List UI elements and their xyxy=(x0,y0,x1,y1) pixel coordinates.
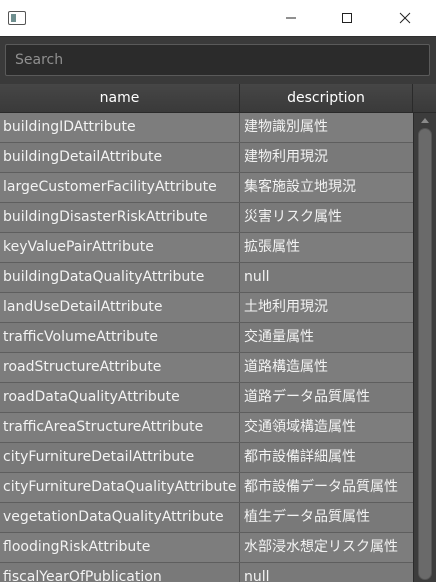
cell-name: roadStructureAttribute xyxy=(0,353,240,382)
cell-name: buildingDetailAttribute xyxy=(0,143,240,172)
table-row[interactable]: buildingDisasterRiskAttribute 災害リスク属性 xyxy=(0,203,413,233)
cell-description: 道路データ品質属性 xyxy=(244,389,370,405)
close-button[interactable] xyxy=(382,0,428,36)
attribute-table: name description buildingIDAttribute 建物識別… xyxy=(0,84,436,582)
search-input[interactable] xyxy=(5,44,430,76)
table-row[interactable]: roadDataQualityAttribute 道路データ品質属性 xyxy=(0,383,413,413)
cell-description: 水部浸水想定リスク属性 xyxy=(244,539,398,555)
table-row[interactable]: fiscalYearOfPublication null xyxy=(0,563,413,582)
minimize-button[interactable] xyxy=(268,0,314,36)
cell-description: 道路構造属性 xyxy=(244,359,328,375)
cell-description: 都市設備データ品質属性 xyxy=(244,479,398,495)
cell-name: buildingDataQualityAttribute xyxy=(0,263,240,292)
table-row[interactable]: keyValuePairAttribute 拡張属性 xyxy=(0,233,413,263)
cell-description: 交通量属性 xyxy=(244,329,314,345)
table-row[interactable]: roadStructureAttribute 道路構造属性 xyxy=(0,353,413,383)
chevron-up-icon xyxy=(421,117,429,123)
cell-name: buildingDisasterRiskAttribute xyxy=(0,203,240,232)
cell-name: buildingIDAttribute xyxy=(0,113,240,142)
cell-name: largeCustomerFacilityAttribute xyxy=(0,173,240,202)
table-row[interactable]: trafficVolumeAttribute 交通量属性 xyxy=(0,323,413,353)
scroll-up-button[interactable] xyxy=(414,113,436,127)
vertical-scrollbar[interactable] xyxy=(413,113,436,582)
cell-name: trafficVolumeAttribute xyxy=(0,323,240,352)
cell-name: keyValuePairAttribute xyxy=(0,233,240,262)
cell-description: 都市設備詳細属性 xyxy=(244,449,356,465)
cell-name: cityFurnitureDetailAttribute xyxy=(0,443,240,472)
table-row[interactable]: landUseDetailAttribute 土地利用現況 xyxy=(0,293,413,323)
cell-name: landUseDetailAttribute xyxy=(0,293,240,322)
table-header: name description xyxy=(0,84,436,113)
cell-name: floodingRiskAttribute xyxy=(0,533,240,562)
app-icon xyxy=(8,11,26,25)
cell-description: 災害リスク属性 xyxy=(244,209,342,225)
header-corner xyxy=(413,84,436,113)
title-bar xyxy=(0,0,436,37)
column-header-description[interactable]: description xyxy=(240,84,413,113)
cell-description: 土地利用現況 xyxy=(244,299,328,315)
table-row[interactable]: buildingDetailAttribute 建物利用現況 xyxy=(0,143,413,173)
cell-description: 拡張属性 xyxy=(244,239,300,255)
table-row[interactable]: trafficAreaStructureAttribute 交通領域構造属性 xyxy=(0,413,413,443)
cell-name: vegetationDataQualityAttribute xyxy=(0,503,240,532)
scrollbar-thumb[interactable] xyxy=(418,128,432,580)
cell-name: fiscalYearOfPublication xyxy=(0,563,240,582)
table-row[interactable]: largeCustomerFacilityAttribute 集客施設立地現況 xyxy=(0,173,413,203)
cell-description: 交通領域構造属性 xyxy=(244,419,356,435)
maximize-icon xyxy=(342,13,352,23)
cell-name: cityFurnitureDataQualityAttribute xyxy=(0,473,240,502)
cell-description: null xyxy=(244,569,270,582)
table-row[interactable]: cityFurnitureDataQualityAttribute 都市設備データ… xyxy=(0,473,413,503)
cell-description: 集客施設立地現況 xyxy=(244,179,356,195)
minimize-icon xyxy=(286,17,296,19)
table-row[interactable]: cityFurnitureDetailAttribute 都市設備詳細属性 xyxy=(0,443,413,473)
table-row[interactable]: buildingDataQualityAttribute null xyxy=(0,263,413,293)
table-body: buildingIDAttribute 建物識別属性 buildingDetail… xyxy=(0,113,413,582)
table-row[interactable]: floodingRiskAttribute 水部浸水想定リスク属性 xyxy=(0,533,413,563)
cell-description: 建物識別属性 xyxy=(244,119,328,135)
maximize-button[interactable] xyxy=(324,0,370,36)
column-header-name[interactable]: name xyxy=(0,84,240,113)
close-icon xyxy=(399,12,411,24)
table-row[interactable]: vegetationDataQualityAttribute 植生データ品質属性 xyxy=(0,503,413,533)
search-bar xyxy=(0,37,436,84)
table-row[interactable]: buildingIDAttribute 建物識別属性 xyxy=(0,113,413,143)
cell-description: 建物利用現況 xyxy=(244,149,328,165)
cell-description: 植生データ品質属性 xyxy=(244,509,370,525)
cell-name: trafficAreaStructureAttribute xyxy=(0,413,240,442)
cell-name: roadDataQualityAttribute xyxy=(0,383,240,412)
cell-description: null xyxy=(244,269,270,285)
